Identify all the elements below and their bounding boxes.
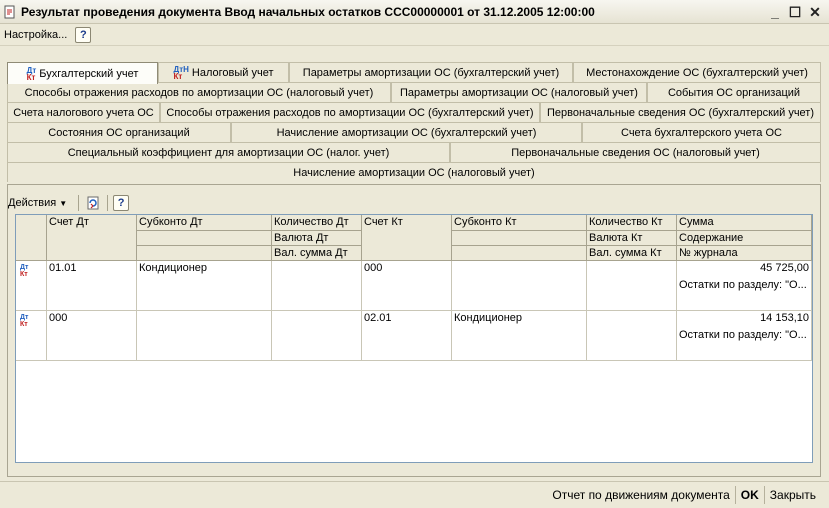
tab-label: Параметры амортизации ОС (налоговый учет…: [400, 86, 638, 99]
movements-report-button[interactable]: Отчет по движениям документа: [547, 488, 734, 502]
header-schet-kt[interactable]: Счет Кт: [362, 215, 452, 261]
tab-os-events[interactable]: События ОС организаций: [647, 82, 821, 102]
ok-button[interactable]: OK: [736, 488, 764, 502]
grid-help-button[interactable]: ?: [113, 195, 130, 211]
tab-initial-info-tax[interactable]: Первоначальные сведения ОС (налоговый уч…: [450, 142, 821, 162]
header-subkonto-kt[interactable]: Субконто Кт: [452, 215, 587, 231]
minimize-button[interactable]: _: [765, 3, 785, 21]
cell-summa[interactable]: 45 725,00: [677, 261, 812, 277]
tab-accounting-accounts[interactable]: Счета бухгалтерского учета ОС: [582, 122, 821, 142]
tab-amortization-tax[interactable]: Начисление амортизации ОС (налоговый уче…: [7, 162, 821, 182]
tab-os-states[interactable]: Состояния ОС организаций: [7, 122, 231, 142]
header-empty: [137, 231, 272, 246]
cell-schet-dt[interactable]: 01.01: [47, 261, 137, 311]
cell-schet-kt[interactable]: 02.01: [362, 311, 452, 361]
tab-label: Первоначальные сведения ОС (бухгалтерски…: [546, 106, 815, 119]
cell-subkonto-dt[interactable]: Кондиционер: [137, 261, 272, 311]
actions-menu-button[interactable]: Действия ▼: [8, 197, 67, 209]
title-bar: Результат проведения документа Ввод нача…: [0, 0, 829, 24]
refresh-icon[interactable]: [84, 194, 102, 212]
header-kolichestvo-kt[interactable]: Количество Кт: [587, 215, 677, 231]
tab-label: Параметры амортизации ОС (бухгалтерский …: [302, 66, 560, 79]
tab-label: Специальный коэффициент для амортизации …: [67, 146, 390, 159]
dt-kt-icon: Дт Кт: [20, 264, 29, 278]
tab-expense-methods-tax[interactable]: Способы отражения расходов по амортизаци…: [7, 82, 391, 102]
cell-kolichestvo-kt[interactable]: [587, 261, 677, 311]
caret-down-icon: ▼: [59, 198, 68, 208]
tab-initial-info-accounting[interactable]: Первоначальные сведения ОС (бухгалтерски…: [540, 102, 821, 122]
menu-bar: Настройка... ?: [0, 24, 829, 46]
settings-menu[interactable]: Настройка...: [4, 29, 67, 41]
tab-expense-methods-accounting[interactable]: Способы отражения расходов по амортизаци…: [160, 102, 540, 122]
tab-tax-accounts[interactable]: Счета налогового учета ОС: [7, 102, 160, 122]
tab-strip: Дт Кт Бухгалтерский учет ДтН Кт Налоговый …: [7, 62, 821, 184]
tab-tax[interactable]: ДтН Кт Налоговый учет: [158, 62, 289, 82]
header-subkonto-dt[interactable]: Субконто Дт: [137, 215, 272, 231]
header-empty: [137, 246, 272, 261]
maximize-button[interactable]: ☐: [785, 3, 805, 21]
header-val-summa-kt[interactable]: Вал. сумма Кт: [587, 246, 677, 261]
tab-label: Начисление амортизации ОС (налоговый уче…: [293, 166, 535, 179]
cell-subkonto-dt[interactable]: [137, 311, 272, 361]
tab-special-coefficient[interactable]: Специальный коэффициент для амортизации …: [7, 142, 450, 162]
tab-label: События ОС организаций: [667, 86, 801, 99]
header-kolichestvo-dt[interactable]: Количество Дт: [272, 215, 362, 231]
grid-toolbar: Действия ▼ ?: [8, 193, 130, 213]
header-soderzhanie[interactable]: Содержание: [677, 231, 812, 246]
header-val-summa-dt[interactable]: Вал. сумма Дт: [272, 246, 362, 261]
document-icon: [3, 5, 17, 19]
tab-label: Способы отражения расходов по амортизаци…: [24, 86, 374, 99]
header-empty: [452, 231, 587, 246]
tab-label: Налоговый учет: [191, 66, 274, 79]
close-button[interactable]: Закрыть: [765, 488, 821, 502]
cell-schet-dt[interactable]: 000: [47, 311, 137, 361]
tab-accounting[interactable]: Дт Кт Бухгалтерский учет: [7, 62, 158, 84]
cell-kolichestvo-dt[interactable]: [272, 261, 362, 311]
toolbar-separator: [107, 195, 109, 211]
cell-soderzhanie[interactable]: Остатки по разделу: "О...: [677, 327, 812, 361]
actions-label: Действия: [8, 197, 57, 209]
tab-amortization-accounting[interactable]: Начисление амортизации ОС (бухгалтерский…: [231, 122, 582, 142]
bottom-bar: Отчет по движениям документа OK Закрыть: [0, 481, 829, 508]
table-row-icon: Дт Кт: [16, 261, 47, 311]
tab-amort-params-tax[interactable]: Параметры амортизации ОС (налоговый учет…: [391, 82, 647, 102]
tab-label: Местонахождение ОС (бухгалтерский учет): [586, 66, 808, 79]
toolbar-separator: [78, 195, 80, 211]
cell-summa[interactable]: 14 153,10: [677, 311, 812, 327]
help-button[interactable]: ?: [75, 26, 92, 43]
header-nomer-zhurnala[interactable]: № журнала: [677, 246, 812, 261]
tab-label: Первоначальные сведения ОС (налоговый уч…: [511, 146, 760, 159]
close-window-button[interactable]: ✕: [805, 3, 825, 21]
header-icon-column: [16, 215, 47, 261]
cell-soderzhanie[interactable]: Остатки по разделу: "О...: [677, 277, 812, 311]
tab-label: Счета налогового учета ОС: [13, 106, 154, 119]
cell-subkonto-kt[interactable]: Кондиционер: [452, 311, 587, 361]
window-title: Результат проведения документа Ввод нача…: [21, 4, 595, 19]
dt-kt-tax-icon: ДтН Кт: [173, 64, 189, 81]
tab-amort-params-accounting[interactable]: Параметры амортизации ОС (бухгалтерский …: [289, 62, 573, 82]
header-empty: [452, 246, 587, 261]
tab-label: Способы отражения расходов по амортизаци…: [166, 106, 534, 119]
dt-kt-icon: Дт Кт: [20, 314, 29, 328]
tab-label: Счета бухгалтерского учета ОС: [621, 126, 782, 139]
cell-subkonto-kt[interactable]: [452, 261, 587, 311]
movements-table[interactable]: Счет Дт Субконто Дт Количество Дт Валюта…: [15, 214, 813, 463]
table-row-icon: Дт Кт: [16, 311, 47, 361]
cell-schet-kt[interactable]: 000: [362, 261, 452, 311]
header-schet-dt[interactable]: Счет Дт: [47, 215, 137, 261]
header-valyuta-kt[interactable]: Валюта Кт: [587, 231, 677, 246]
tab-location-accounting[interactable]: Местонахождение ОС (бухгалтерский учет): [573, 62, 821, 82]
tab-label: Начисление амортизации ОС (бухгалтерский…: [276, 126, 537, 139]
header-valyuta-dt[interactable]: Валюта Дт: [272, 231, 362, 246]
tab-label: Бухгалтерский учет: [39, 67, 139, 80]
dt-kt-icon: Дт Кт: [26, 65, 37, 82]
tab-label: Состояния ОС организаций: [48, 126, 190, 139]
cell-kolichestvo-kt[interactable]: [587, 311, 677, 361]
cell-kolichestvo-dt[interactable]: [272, 311, 362, 361]
header-summa[interactable]: Сумма: [677, 215, 812, 231]
